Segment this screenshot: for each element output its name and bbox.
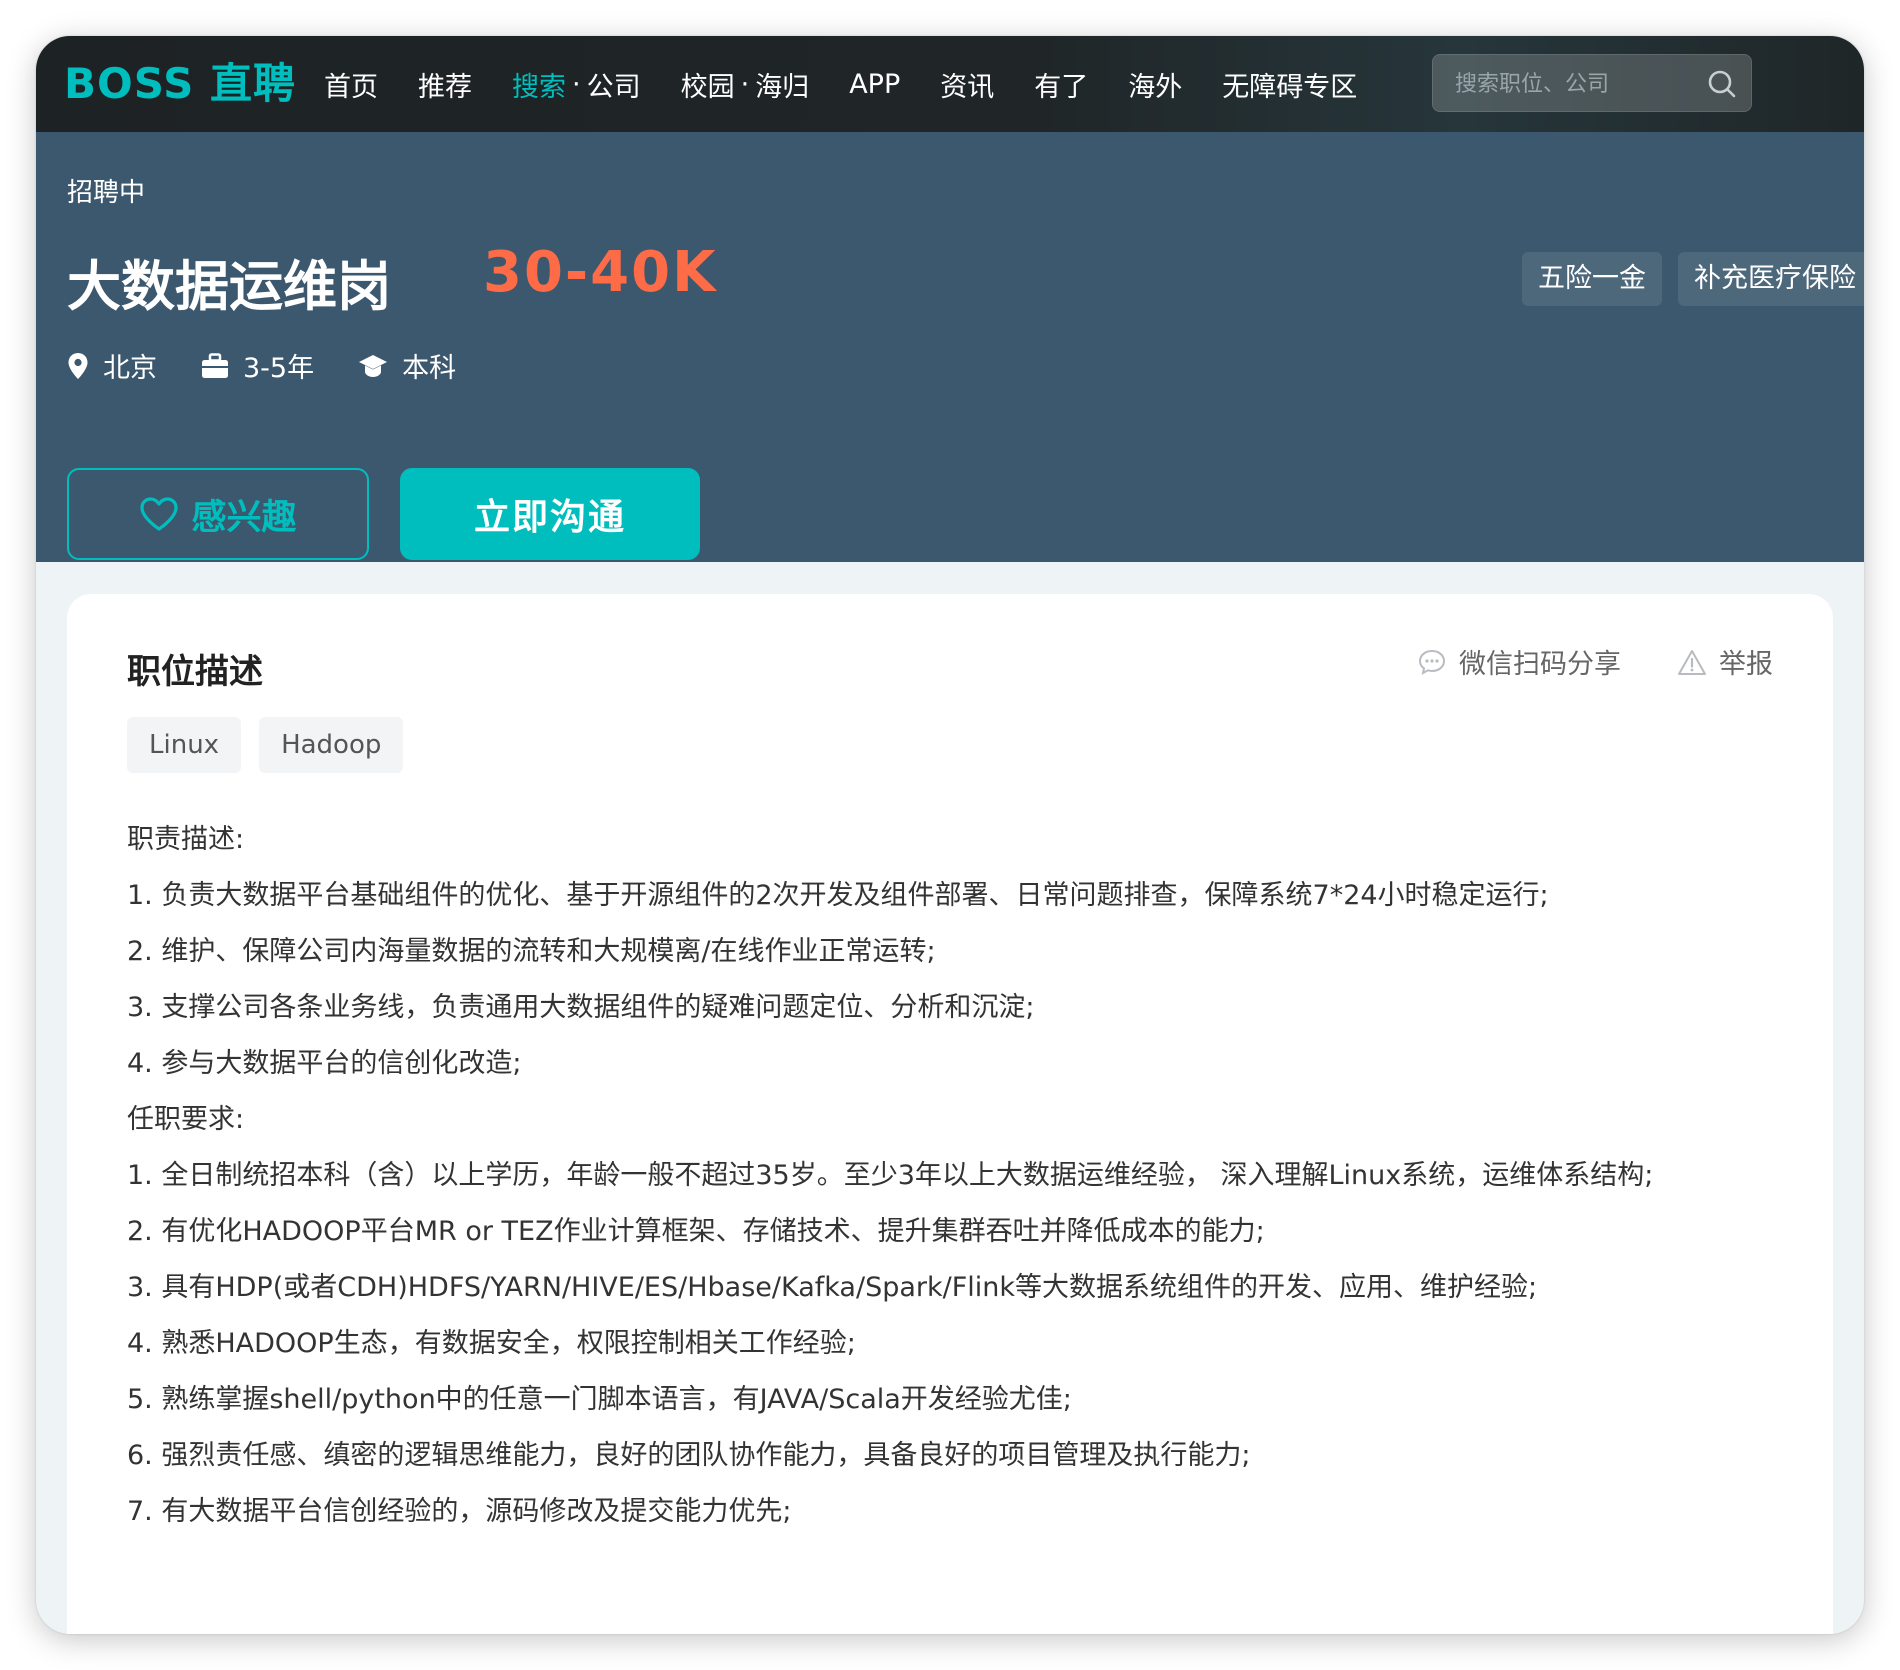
wechat-share-button[interactable]: 微信扫码分享 <box>1417 642 1621 681</box>
warning-triangle-icon <box>1678 649 1706 675</box>
job-experience-label: 3-5年 <box>243 353 315 384</box>
job-experience: 3-5年 <box>201 346 314 385</box>
welfare-tag: 五险一金 <box>1522 252 1662 306</box>
chat-now-label: 立即沟通 <box>473 497 626 538</box>
briefcase-icon <box>202 352 228 378</box>
interest-button[interactable]: 感兴趣 <box>67 468 369 560</box>
desc-line: 2. 维护、保障公司内海量数据的流转和大规模离/在线作业正常运转; <box>127 936 936 967</box>
skill-tag[interactable]: Hadoop <box>259 717 404 773</box>
desc-line: 1. 负责大数据平台基础组件的优化、基于开源组件的2次开发及组件部署、日常问题排… <box>127 880 1549 911</box>
nav-app[interactable]: APP <box>849 69 900 100</box>
job-description-card: 职位描述 微信扫码分享 举报 Linux Hadoop 职责描述: 1. 负责大… <box>67 594 1833 1634</box>
job-city-label: 北京 <box>103 353 157 384</box>
desc-line: 5. 熟练掌握shell/python中的任意一门脚本语言，有JAVA/Scal… <box>127 1384 1072 1415</box>
desc-line: 7. 有大数据平台信创经验的，源码修改及提交能力优先; <box>127 1496 792 1527</box>
search-box <box>1432 54 1752 112</box>
job-title: 大数据运维岗 <box>67 255 391 318</box>
job-banner: 招聘中 大数据运维岗 30-40K 五险一金 补充医疗保险 北京 3-5年 本科… <box>36 132 1864 562</box>
job-meta: 北京 3-5年 本科 <box>67 346 500 385</box>
nav-campus-label[interactable]: 校园 <box>681 65 735 104</box>
desc-line: 4. 熟悉HADOOP生态，有数据安全，权限控制相关工作经验; <box>127 1328 856 1359</box>
browser-window: BOSS 直聘 首页 推荐 搜索 · 公司 校园 · 海归 APP 资讯 有了 … <box>36 36 1864 1634</box>
desc-line: 2. 有优化HADOOP平台MR or TEZ作业计算框架、存储技术、提升集群吞… <box>127 1216 1265 1247</box>
location-pin-icon <box>68 352 88 379</box>
nav-returnee-label[interactable]: 海归 <box>755 65 809 104</box>
main-nav: 首页 推荐 搜索 · 公司 校园 · 海归 APP 资讯 有了 海外 无障碍专区 <box>324 36 1397 132</box>
search-icon[interactable] <box>1707 69 1737 99</box>
desc-heading: 职责描述: <box>127 824 245 855</box>
boss-logo[interactable]: BOSS 直聘 <box>64 60 296 108</box>
nav-recommend[interactable]: 推荐 <box>418 65 472 104</box>
nav-company-label[interactable]: 公司 <box>587 65 641 104</box>
nav-youle[interactable]: 有了 <box>1034 65 1088 104</box>
nav-campus-returnee[interactable]: 校园 · 海归 <box>681 65 810 104</box>
graduation-cap-icon <box>359 354 388 377</box>
chat-bubble-icon <box>1418 649 1446 675</box>
nav-separator: · <box>572 68 581 100</box>
chat-now-button[interactable]: 立即沟通 <box>400 468 700 560</box>
nav-accessible[interactable]: 无障碍专区 <box>1222 65 1357 104</box>
top-navbar: BOSS 直聘 首页 推荐 搜索 · 公司 校园 · 海归 APP 资讯 有了 … <box>36 36 1864 132</box>
job-description-text: 职责描述: 1. 负责大数据平台基础组件的优化、基于开源组件的2次开发及组件部署… <box>127 812 1797 1540</box>
welfare-tags: 五险一金 补充医疗保险 <box>1522 252 1864 306</box>
search-input[interactable] <box>1455 67 1695 101</box>
interest-label: 感兴趣 <box>191 497 297 538</box>
job-education: 本科 <box>358 346 456 385</box>
report-label: 举报 <box>1719 649 1773 680</box>
desc-heading: 任职要求: <box>127 1104 245 1135</box>
job-city: 北京 <box>67 346 157 385</box>
section-title: 职位描述 <box>127 652 263 692</box>
card-actions: 微信扫码分享 举报 <box>1361 642 1773 681</box>
nav-separator: · <box>740 68 750 100</box>
share-label: 微信扫码分享 <box>1459 649 1621 680</box>
desc-line: 3. 支撑公司各条业务线，负责通用大数据组件的疑难问题定位、分析和沉淀; <box>127 992 1035 1023</box>
nav-search-company[interactable]: 搜索 · 公司 <box>512 65 641 104</box>
desc-line: 1. 全日制统招本科（含）以上学历，年龄一般不超过35岁。至少3年以上大数据运维… <box>127 1160 1654 1191</box>
skill-tag[interactable]: Linux <box>127 717 242 773</box>
desc-line: 3. 具有HDP(或者CDH)HDFS/YARN/HIVE/ES/Hbase/K… <box>127 1272 1538 1303</box>
skill-tags: Linux Hadoop <box>127 717 421 773</box>
heart-icon <box>140 497 179 531</box>
nav-news[interactable]: 资讯 <box>940 65 994 104</box>
job-status: 招聘中 <box>67 178 146 208</box>
nav-overseas[interactable]: 海外 <box>1128 65 1182 104</box>
nav-search-label[interactable]: 搜索 <box>512 65 566 104</box>
job-education-label: 本科 <box>402 353 457 384</box>
desc-line: 6. 强烈责任感、缜密的逻辑思维能力，良好的团队协作能力，具备良好的项目管理及执… <box>127 1440 1251 1471</box>
nav-home[interactable]: 首页 <box>324 65 378 104</box>
report-button[interactable]: 举报 <box>1677 642 1773 681</box>
job-salary: 30-40K <box>483 240 718 305</box>
welfare-tag: 补充医疗保险 <box>1678 252 1864 306</box>
desc-line: 4. 参与大数据平台的信创化改造; <box>127 1048 522 1079</box>
